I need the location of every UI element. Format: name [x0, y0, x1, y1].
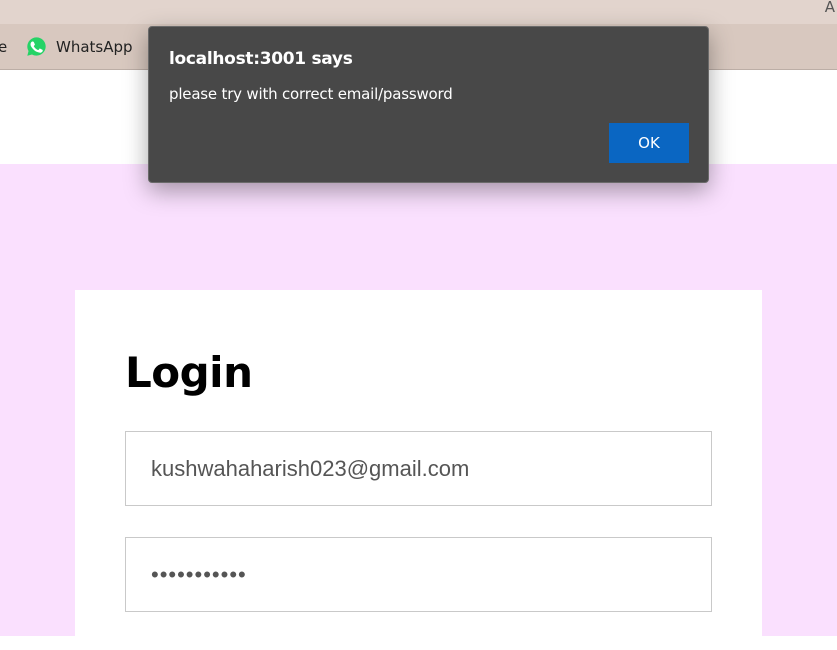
dialog-title: localhost:3001 says	[169, 49, 353, 69]
whatsapp-icon	[27, 37, 46, 56]
dialog-message: please try with correct email/password	[169, 85, 453, 103]
top-edge-text: A	[824, 0, 835, 16]
password-field[interactable]	[125, 537, 712, 612]
bookmark-partial[interactable]: e	[0, 38, 7, 56]
browser-top-strip: A	[0, 0, 837, 24]
login-card: Login	[75, 290, 762, 650]
bookmark-whatsapp[interactable]: WhatsApp	[26, 36, 133, 57]
bookmark-whatsapp-label: WhatsApp	[56, 37, 133, 56]
alert-dialog: localhost:3001 says please try with corr…	[148, 26, 709, 183]
ok-button[interactable]: OK	[609, 123, 689, 163]
email-field[interactable]	[125, 431, 712, 506]
login-title: Login	[125, 348, 253, 397]
